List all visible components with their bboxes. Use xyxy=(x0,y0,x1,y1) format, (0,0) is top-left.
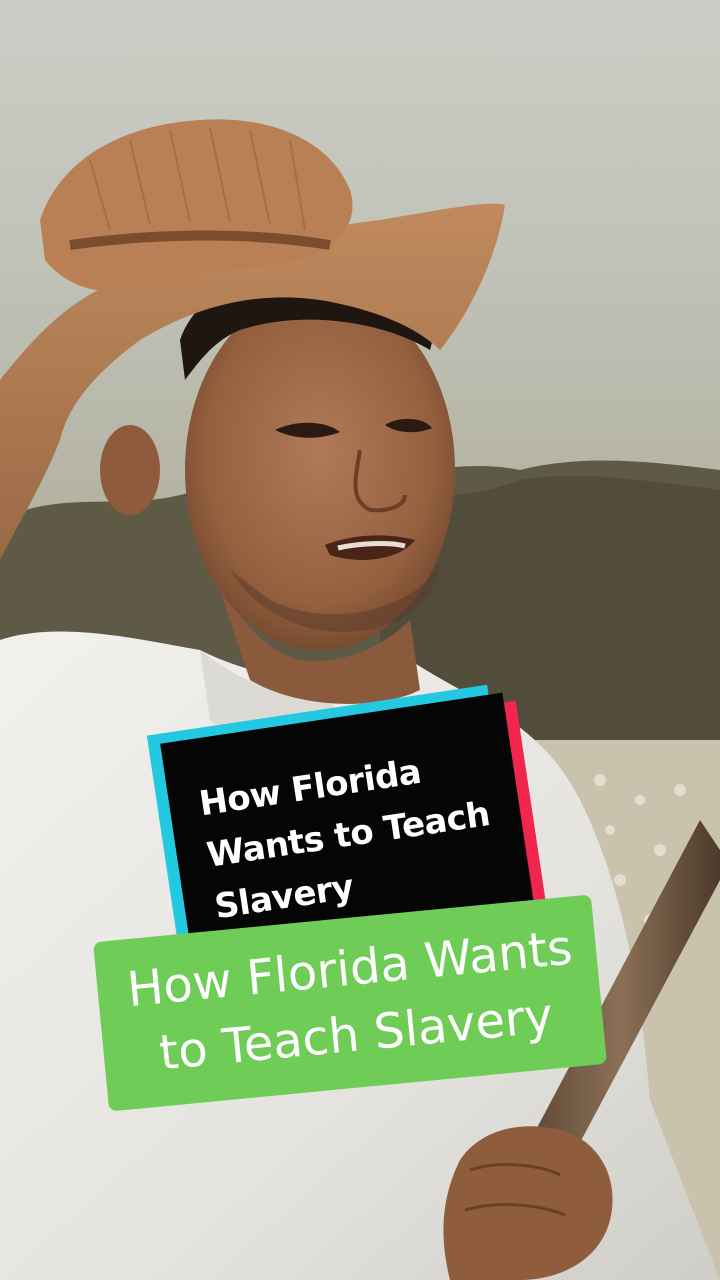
video-frame[interactable]: How Florida Wants to Teach Slavery How F… xyxy=(0,0,720,1280)
